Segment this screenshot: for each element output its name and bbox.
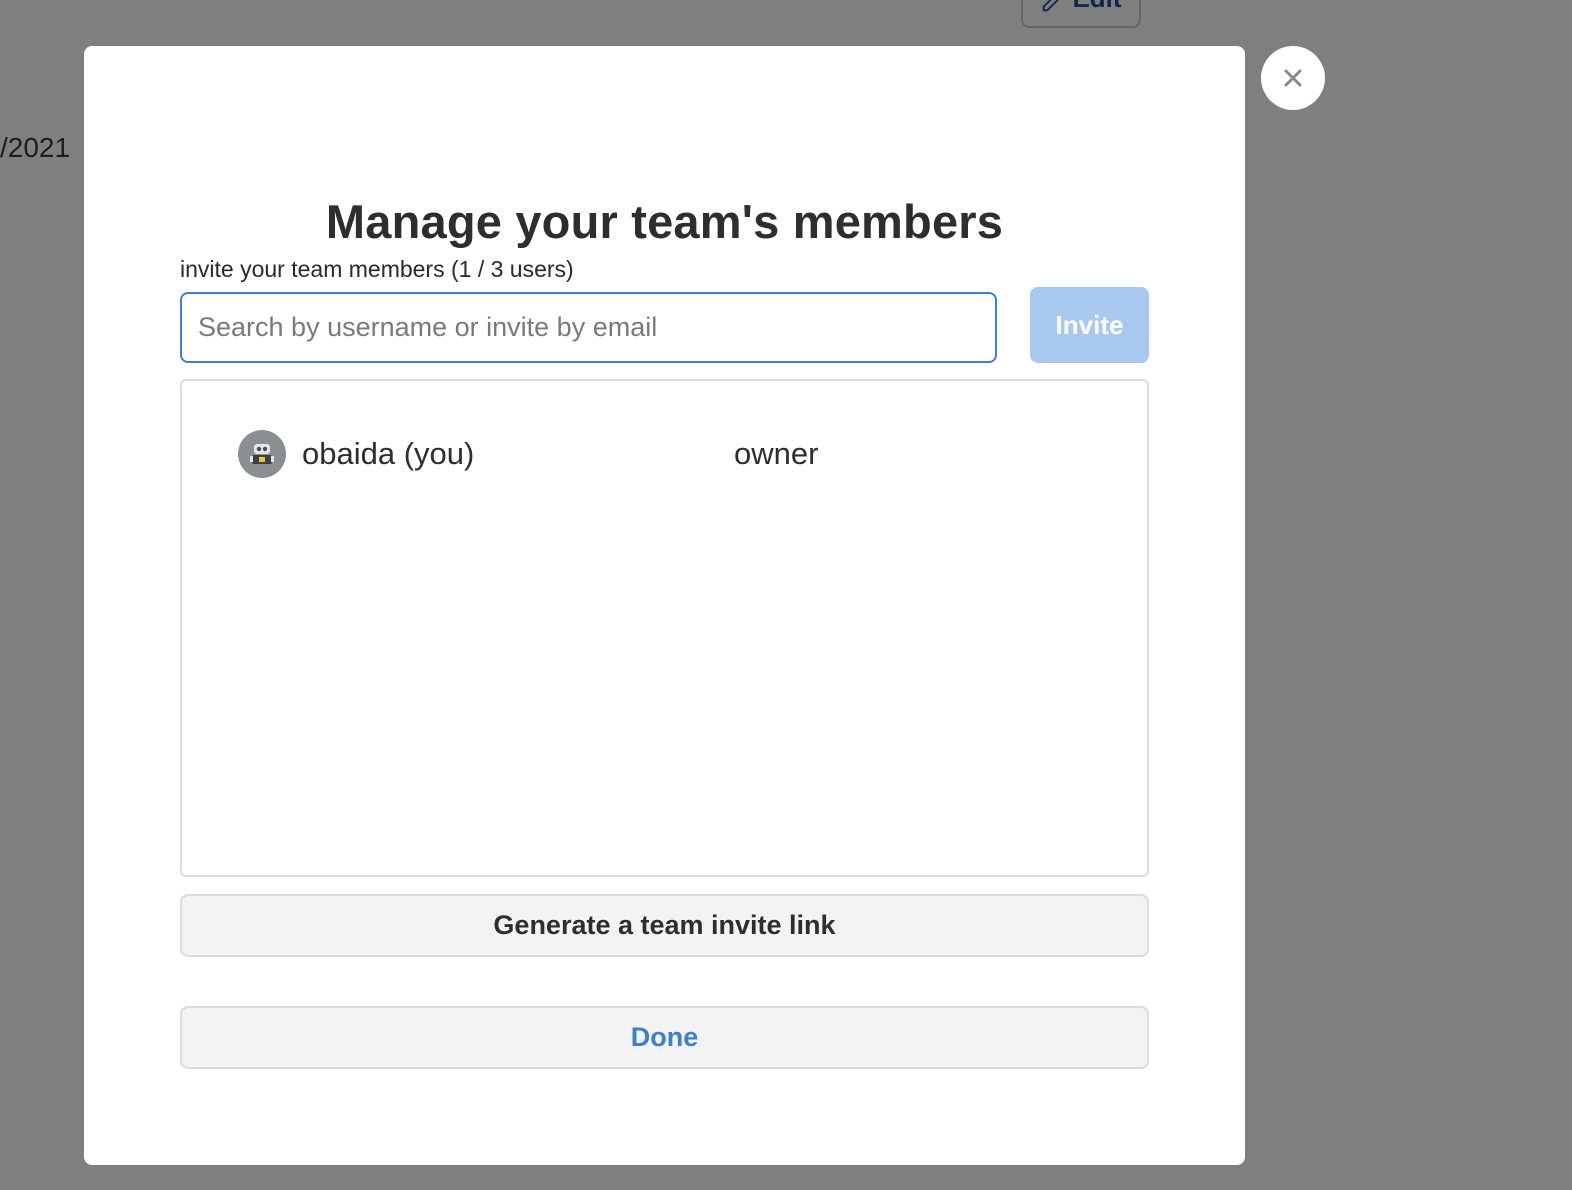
member-role: owner <box>734 436 819 471</box>
close-icon <box>1284 69 1302 87</box>
invite-button[interactable]: Invite <box>1030 287 1149 363</box>
invite-label: invite your team members (1 / 3 users) <box>180 256 574 282</box>
close-button[interactable] <box>1261 46 1325 110</box>
modal-title: Manage your team's members <box>325 195 1004 248</box>
robot-avatar-icon <box>250 444 274 464</box>
member-row: obaida (you) owner <box>238 429 1098 479</box>
done-button[interactable]: Done <box>180 1006 1149 1069</box>
generate-invite-link-button[interactable]: Generate a team invite link <box>180 894 1149 957</box>
avatar <box>238 430 286 478</box>
search-input[interactable] <box>180 292 997 363</box>
members-list: obaida (you) owner <box>180 379 1149 877</box>
manage-members-modal: Manage your team's members invite your t… <box>84 46 1245 1165</box>
member-name: obaida (you) <box>302 436 475 471</box>
